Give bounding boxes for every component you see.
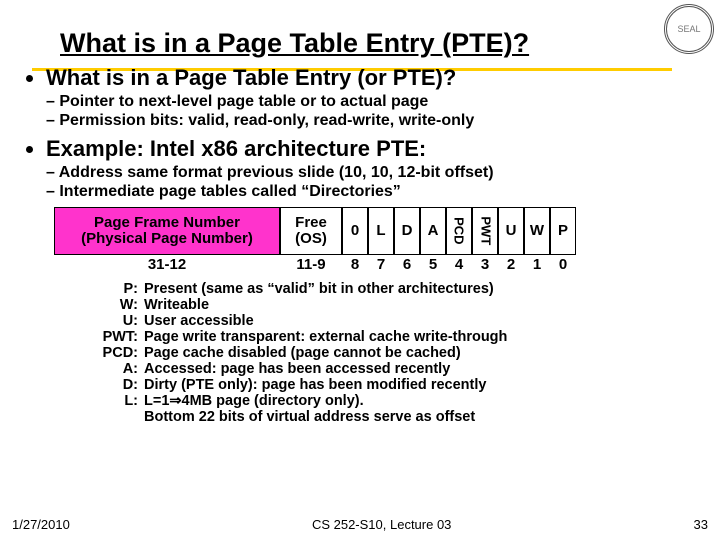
bit-p-field: P (550, 207, 576, 255)
def-val: Bottom 22 bits of virtual address serve … (144, 409, 646, 425)
def-key: D: (86, 377, 144, 393)
def-val: Dirty (PTE only): page has been modified… (144, 377, 646, 393)
bit-pwt-field: PWT (472, 207, 498, 255)
free-field: Free (OS) (280, 207, 342, 255)
sub-bullet: Pointer to next-level page table or to a… (46, 93, 702, 111)
free-range: 11-9 (280, 255, 342, 275)
content-list: What is in a Page Table Entry (or PTE)? … (28, 65, 720, 201)
footer-date: 1/27/2010 (12, 517, 70, 532)
def-val: Present (same as “valid” bit in other ar… (144, 281, 646, 297)
pte-diagram: Page Frame Number (Physical Page Number)… (54, 207, 644, 275)
footer-center: CS 252-S10, Lecture 03 (312, 517, 451, 532)
bitpos: 7 (368, 255, 394, 275)
def-val: Page write transparent: external cache w… (144, 329, 646, 345)
bit-u-field: U (498, 207, 524, 255)
free-line2: (OS) (295, 231, 327, 247)
bitpos: 8 (342, 255, 368, 275)
def-val: Accessed: page has been accessed recentl… (144, 361, 646, 377)
sub-bullet: Address same format previous slide (10, … (46, 164, 702, 182)
slide-footer: 1/27/2010 CS 252-S10, Lecture 03 33 (0, 517, 720, 532)
university-seal-icon: SEAL (664, 4, 714, 54)
def-key: W: (86, 297, 144, 313)
bitpos: 6 (394, 255, 420, 275)
def-key: PCD: (86, 345, 144, 361)
bit-w-field: W (524, 207, 550, 255)
footer-page: 33 (694, 517, 708, 532)
sub-bullet: Permission bits: valid, read-only, read-… (46, 112, 702, 130)
bit-definitions: P:Present (same as “valid” bit in other … (86, 281, 646, 425)
def-key (86, 409, 144, 425)
def-key: PWT: (86, 329, 144, 345)
bitpos: 5 (420, 255, 446, 275)
bitpos: 4 (446, 255, 472, 275)
bullet-question: What is in a Page Table Entry (or PTE)? … (46, 65, 702, 130)
pfn-line2: (Physical Page Number) (81, 231, 253, 247)
bit-l-field: L (368, 207, 394, 255)
def-val: Writeable (144, 297, 646, 313)
pfn-range: 31-12 (54, 255, 280, 275)
def-key: U: (86, 313, 144, 329)
free-line1: Free (295, 215, 327, 231)
bit-d-field: D (394, 207, 420, 255)
def-key: L: (86, 393, 144, 409)
bit-pcd-field: PCD (446, 207, 472, 255)
def-val: User accessible (144, 313, 646, 329)
bullet-example: Example: Intel x86 architecture PTE: Add… (46, 136, 702, 201)
bit-pcd-label: PCD (452, 217, 466, 244)
slide-title: What is in a Page Table Entry (PTE)? (0, 0, 720, 59)
bitpos: 1 (524, 255, 550, 275)
def-val: Page cache disabled (page cannot be cach… (144, 345, 646, 361)
bullet-question-text: What is in a Page Table Entry (or PTE)? (46, 65, 456, 90)
bit-0-field: 0 (342, 207, 368, 255)
bit-pwt-label: PWT (478, 217, 492, 246)
pfn-field: Page Frame Number (Physical Page Number) (54, 207, 280, 255)
bullet-example-text: Example: Intel x86 architecture PTE: (46, 136, 426, 161)
def-key: A: (86, 361, 144, 377)
bitpos: 3 (472, 255, 498, 275)
pfn-line1: Page Frame Number (94, 215, 240, 231)
def-key: P: (86, 281, 144, 297)
def-val: L=1⇒4MB page (directory only). (144, 393, 646, 409)
bit-a-field: A (420, 207, 446, 255)
bitpos: 2 (498, 255, 524, 275)
bitpos: 0 (550, 255, 576, 275)
sub-bullet: Intermediate page tables called “Directo… (46, 183, 702, 201)
